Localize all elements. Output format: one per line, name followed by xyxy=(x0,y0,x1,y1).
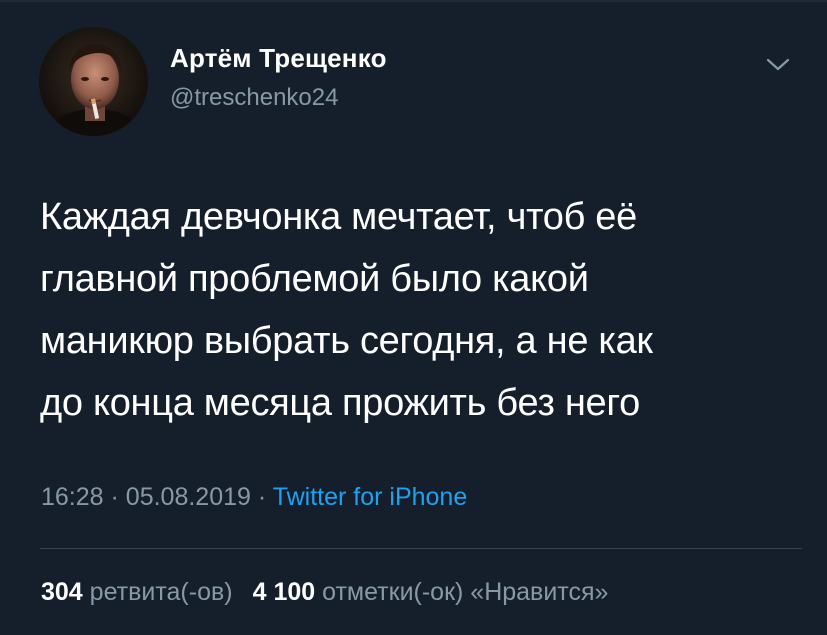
likes-label: отметки(-ок) «Нравится» xyxy=(322,578,609,606)
author-handle[interactable]: @treschenko24 xyxy=(170,84,338,112)
tweet-text-line: главной проблемой было какой xyxy=(40,258,589,300)
meta-separator: · xyxy=(257,483,267,511)
avatar[interactable] xyxy=(39,27,148,136)
likes-count: 4 100 xyxy=(252,578,316,606)
author-name[interactable]: Артём Трещенко xyxy=(170,43,387,74)
tweet-meta: 16:28 · 05.08.2019 · Twitter for iPhone xyxy=(41,483,467,512)
tweet-text-line: маникюр выбрать сегодня, а не как xyxy=(40,320,653,362)
divider xyxy=(40,548,802,549)
retweets-stat[interactable]: 304 ретвита(-ов) xyxy=(41,578,233,606)
tweet-text-line: Каждая девчонка мечтает, чтоб её xyxy=(40,196,637,238)
meta-separator: · xyxy=(110,483,119,511)
tweet-source-link[interactable]: Twitter for iPhone xyxy=(273,483,468,511)
tweet-date[interactable]: 05.08.2019 xyxy=(126,483,251,511)
retweets-count: 304 xyxy=(41,578,83,606)
tweet-time[interactable]: 16:28 xyxy=(41,483,104,511)
top-border xyxy=(0,0,827,2)
tweet-stats: 304 ретвита(-ов) 4 100 отметки(-ок) «Нрав… xyxy=(41,578,608,607)
chevron-down-icon[interactable] xyxy=(762,52,794,76)
tweet-text-line: до конца месяца прожить без него xyxy=(40,382,640,424)
tweet-card: Артём Трещенко @treschenko24 Каждая девч… xyxy=(0,0,827,635)
tweet-text: Каждая девчонка мечтает, чтоб её главной… xyxy=(40,186,800,434)
retweets-label: ретвита(-ов) xyxy=(89,578,233,606)
likes-stat[interactable]: 4 100 отметки(-ок) «Нравится» xyxy=(253,578,609,606)
